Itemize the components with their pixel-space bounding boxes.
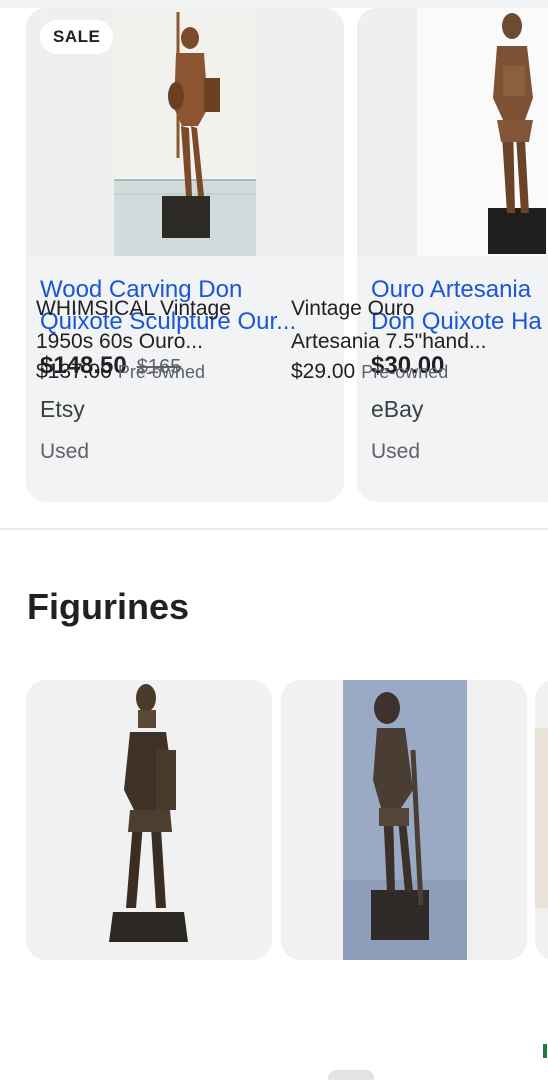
top-separator: [0, 0, 548, 8]
figurine-title-line: Vintage Ouro: [291, 297, 415, 320]
product-condition: Used: [371, 440, 421, 463]
don-quixote-statue-image: [357, 8, 548, 256]
bottom-fade: [0, 1066, 548, 1080]
figurine-image[interactable]: [535, 680, 548, 960]
figurine-condition: Pre-owned: [361, 362, 449, 382]
figurine-title-line: Artesania 7.5"hand...: [291, 330, 487, 353]
product-seller: Etsy: [40, 396, 85, 422]
section-title: Figurines: [27, 586, 190, 627]
figurine-price-row: $137.00 Pre-owned: [36, 360, 205, 384]
don-quixote-statue-image: [535, 680, 548, 960]
product-seller: eBay: [371, 396, 424, 422]
product-condition: Used: [40, 440, 90, 463]
next-card-peek: [543, 1044, 547, 1058]
don-quixote-statue-image: [281, 680, 527, 960]
figurine-title-line: 1950s 60s Ouro...: [36, 330, 203, 353]
product-card[interactable]: SALE Wood Carving Don Quixote Sculpture …: [26, 8, 344, 502]
figurine-title-line: WHIMSICAL Vintage: [36, 297, 231, 320]
figurine-price-row: $29.00 Pre-owned: [291, 360, 448, 384]
figurine-title-link[interactable]: WHIMSICAL Vintage 1950s 60s Ouro...: [36, 292, 272, 358]
product-carousel[interactable]: SALE Wood Carving Don Quixote Sculpture …: [0, 8, 548, 508]
section-divider: [0, 528, 548, 530]
figurine-title-link[interactable]: Vintage Ouro Artesania 7.5"hand...: [291, 292, 527, 358]
figurine-image[interactable]: [26, 680, 272, 960]
scroll-handle[interactable]: [328, 1070, 374, 1080]
figurine-price: $29.00: [291, 360, 356, 383]
figurine-condition: Pre-owned: [117, 362, 205, 382]
figurine-price: $137.00: [36, 360, 112, 383]
don-quixote-statue-image: [26, 680, 272, 960]
sale-badge: SALE: [40, 20, 114, 54]
figurine-image[interactable]: [281, 680, 527, 960]
product-card[interactable]: Ouro Artesania Don Quixote Ha $30.00 eBa…: [357, 8, 548, 502]
product-image[interactable]: SALE: [26, 8, 344, 256]
product-image[interactable]: [357, 8, 548, 256]
figurines-carousel[interactable]: [0, 680, 548, 1080]
